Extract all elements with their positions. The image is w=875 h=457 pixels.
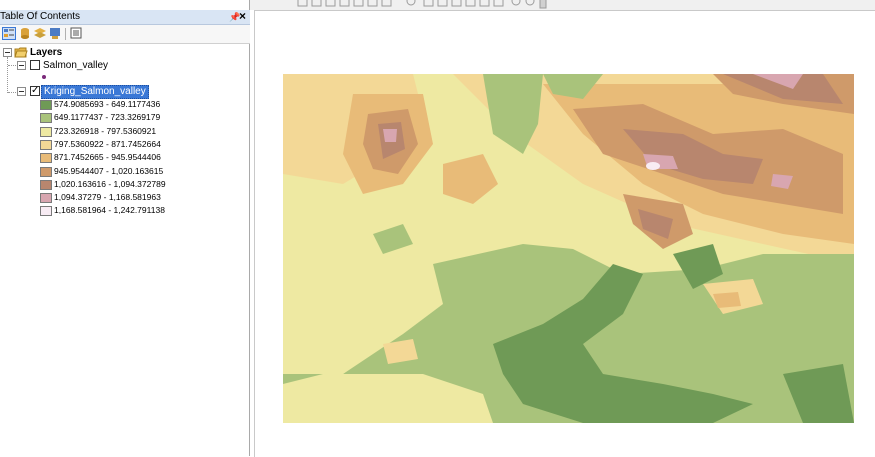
tree-root-label: Layers [30, 47, 63, 58]
legend-swatch[interactable] [40, 206, 52, 217]
toolbar-separator [65, 28, 66, 40]
legend-swatch[interactable] [40, 179, 52, 190]
raster-class-5 [713, 292, 741, 308]
legend-swatch[interactable] [40, 193, 52, 204]
raster-class-8 [383, 129, 397, 142]
checkmark-icon: ✓ [31, 85, 40, 96]
legend-label: 1,094.37279 - 1,168.581963 [54, 192, 161, 203]
legend-label: 1,020.163616 - 1,094.372789 [54, 178, 166, 189]
layer-name-selected[interactable]: Kriging_Salmon_valley [41, 85, 149, 99]
tree-connector [7, 57, 8, 93]
legend-label: 871.7452665 - 945.9544406 [54, 152, 161, 163]
legend-swatch[interactable] [40, 126, 52, 137]
toc-title: Table Of Contents [0, 11, 81, 22]
list-by-visibility-icon[interactable] [34, 27, 47, 40]
collapse-icon[interactable] [3, 48, 12, 57]
legend-swatch[interactable] [40, 113, 52, 124]
collapse-icon[interactable] [17, 87, 26, 96]
table-of-contents-panel: Table Of Contents 📌 × Layers Salmon_vall… [0, 0, 250, 456]
map-toolbar-strip [250, 0, 875, 10]
legend-swatch[interactable] [40, 139, 52, 150]
legend-label: 945.9544407 - 1,020.163615 [54, 165, 164, 176]
legend-label: 649.1177437 - 723.3269179 [54, 112, 161, 123]
layers-folder-icon [14, 46, 28, 62]
raster-class-9 [646, 162, 660, 170]
legend-label: 723.326918 - 797.5360921 [54, 125, 157, 136]
layer-visibility-checkbox[interactable] [30, 60, 40, 70]
legend-swatch[interactable] [40, 153, 52, 164]
legend-label: 574.9085693 - 649.1177436 [54, 99, 161, 109]
list-by-selection-icon[interactable] [49, 27, 62, 40]
legend-label: 797.5360922 - 871.7452664 [54, 138, 161, 149]
close-icon[interactable]: × [239, 9, 246, 23]
options-icon[interactable] [70, 27, 83, 40]
list-by-drawing-order-icon[interactable] [2, 27, 16, 40]
toc-toolbar [0, 25, 250, 44]
map-toolbar-icons[interactable] [250, 0, 875, 10]
kriging-raster[interactable] [283, 74, 854, 423]
toc-title-bar: Table Of Contents 📌 × [0, 9, 250, 25]
legend-swatch[interactable] [40, 100, 52, 110]
layer-visibility-checkbox[interactable]: ✓ [30, 85, 40, 96]
point-symbol-icon [42, 75, 46, 79]
list-by-source-icon[interactable] [19, 27, 32, 40]
layer-name[interactable]: Salmon_valley [43, 59, 108, 72]
legend-label: 1,168.581964 - 1,242.791138 [54, 205, 165, 216]
legend-swatch[interactable] [40, 166, 52, 177]
collapse-icon[interactable] [17, 61, 26, 70]
